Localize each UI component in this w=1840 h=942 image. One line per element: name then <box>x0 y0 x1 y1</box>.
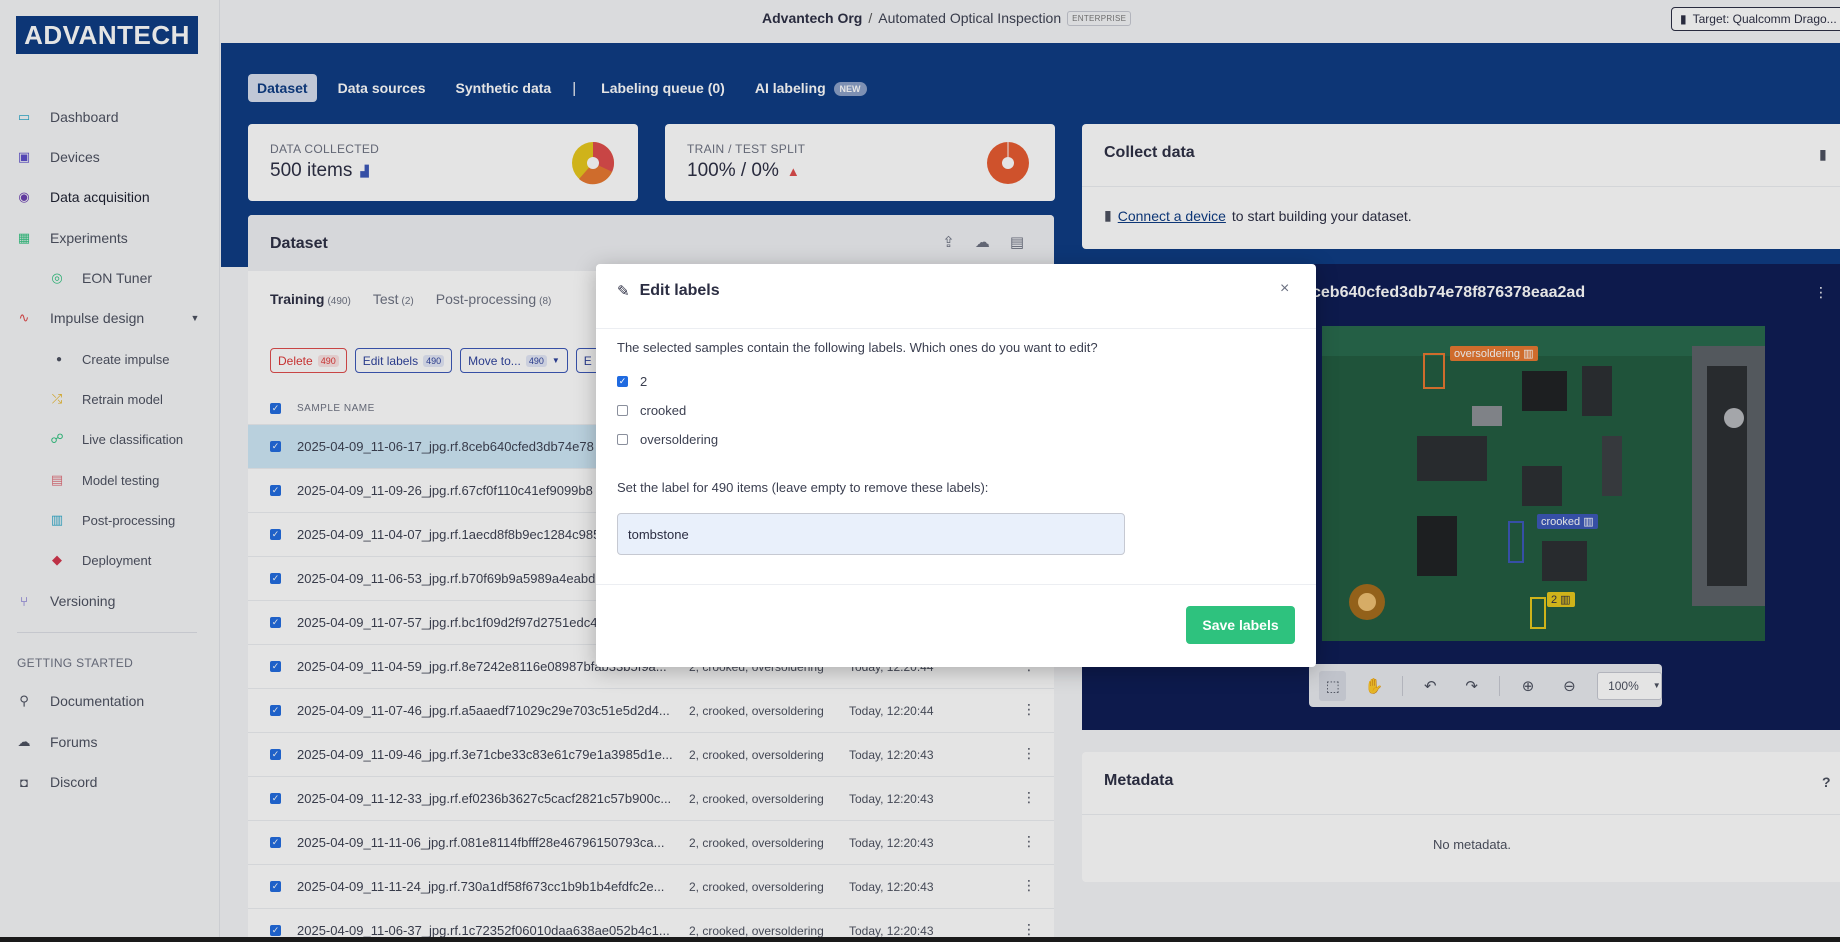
option-label: oversoldering <box>640 432 719 447</box>
label-option-2[interactable]: ✓ 2 <box>617 374 647 389</box>
label-option-oversoldering[interactable]: oversoldering <box>617 432 718 447</box>
label-option-crooked[interactable]: crooked <box>617 403 686 418</box>
modal-title-text: Edit labels <box>639 282 720 299</box>
set-label-text: Set the label for 490 items (leave empty… <box>617 480 989 495</box>
checkbox[interactable]: ✓ <box>617 376 628 387</box>
option-label: crooked <box>640 403 687 418</box>
divider <box>596 584 1316 585</box>
bottom-bar <box>0 937 1840 942</box>
checkbox[interactable] <box>617 405 628 416</box>
modal-question: The selected samples contain the followi… <box>617 340 1098 355</box>
edit-icon: ✎ <box>617 283 630 300</box>
option-label: 2 <box>640 374 648 389</box>
checkbox[interactable] <box>617 434 628 445</box>
edit-labels-modal: ✎ Edit labels × The selected samples con… <box>596 264 1316 667</box>
divider <box>596 328 1316 329</box>
close-icon[interactable]: × <box>1280 280 1289 298</box>
modal-title: ✎ Edit labels <box>617 282 720 300</box>
new-label-input[interactable] <box>617 513 1125 555</box>
save-labels-button[interactable]: Save labels <box>1186 606 1295 644</box>
